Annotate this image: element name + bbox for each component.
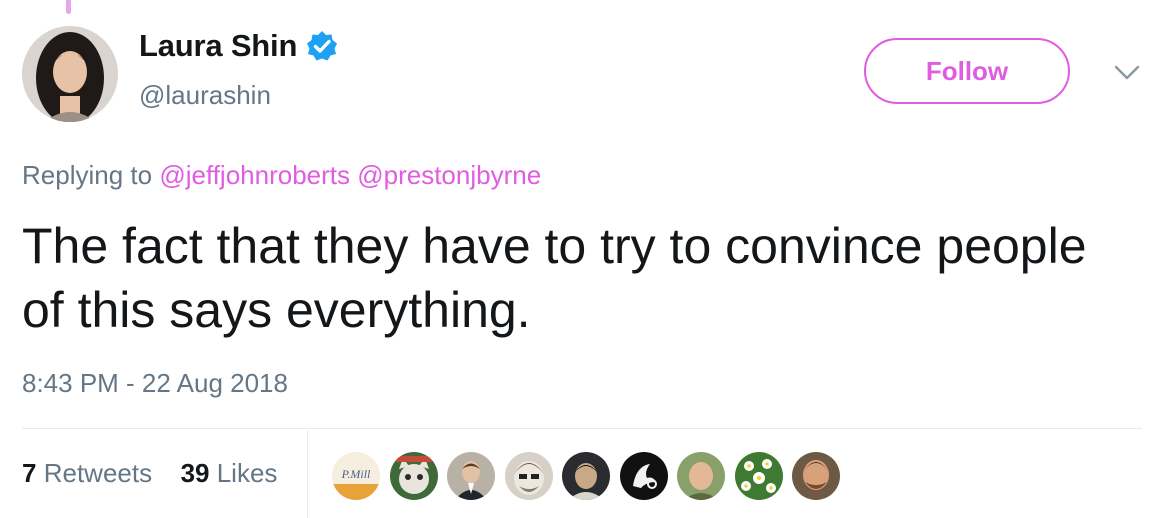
liker-avatars: P.Mill [332,452,850,500]
liker-avatar[interactable] [792,452,840,500]
follow-button[interactable]: Follow [864,38,1070,104]
liker-avatar-text: P.Mill [341,467,371,481]
replying-to-line: Replying to @jeffjohnroberts @prestonjby… [22,160,541,191]
author-avatar[interactable] [22,26,118,122]
tweet-stats: 7 Retweets 39 Likes [22,458,277,489]
liker-avatar[interactable] [447,452,495,500]
liker-avatar[interactable] [389,452,438,500]
liker-avatar[interactable] [677,452,725,500]
retweets-stat[interactable]: 7 Retweets [22,458,152,488]
verified-badge-icon [305,29,339,63]
tweet-text: The fact that they have to try to convin… [22,218,1087,338]
liker-avatar[interactable] [734,452,783,500]
likes-count: 39 [180,458,210,488]
stats-divider [307,430,308,518]
thread-connector-line [66,0,71,14]
mention-link-prestonjbyrne[interactable]: @prestonjbyrne [357,160,541,190]
liker-avatar[interactable] [562,452,610,500]
tweet-timestamp[interactable]: 8:43 PM - 22 Aug 2018 [22,368,288,399]
liker-avatar[interactable]: P.Mill [332,452,380,500]
retweets-count: 7 [22,458,37,488]
likes-label: Likes [216,458,278,488]
liker-avatar[interactable] [504,452,553,500]
mention-link-jeffjohnroberts[interactable]: @jeffjohnroberts [159,160,350,190]
author-handle[interactable]: @laurashin [139,80,271,111]
liker-avatar[interactable] [619,452,668,500]
author-display-name[interactable]: Laura Shin [139,28,297,64]
retweets-label: Retweets [43,458,153,488]
chevron-down-icon[interactable] [1112,60,1142,84]
replying-to-label: Replying to [22,160,153,190]
divider [22,428,1142,429]
likes-stat[interactable]: 39 Likes [181,458,278,488]
